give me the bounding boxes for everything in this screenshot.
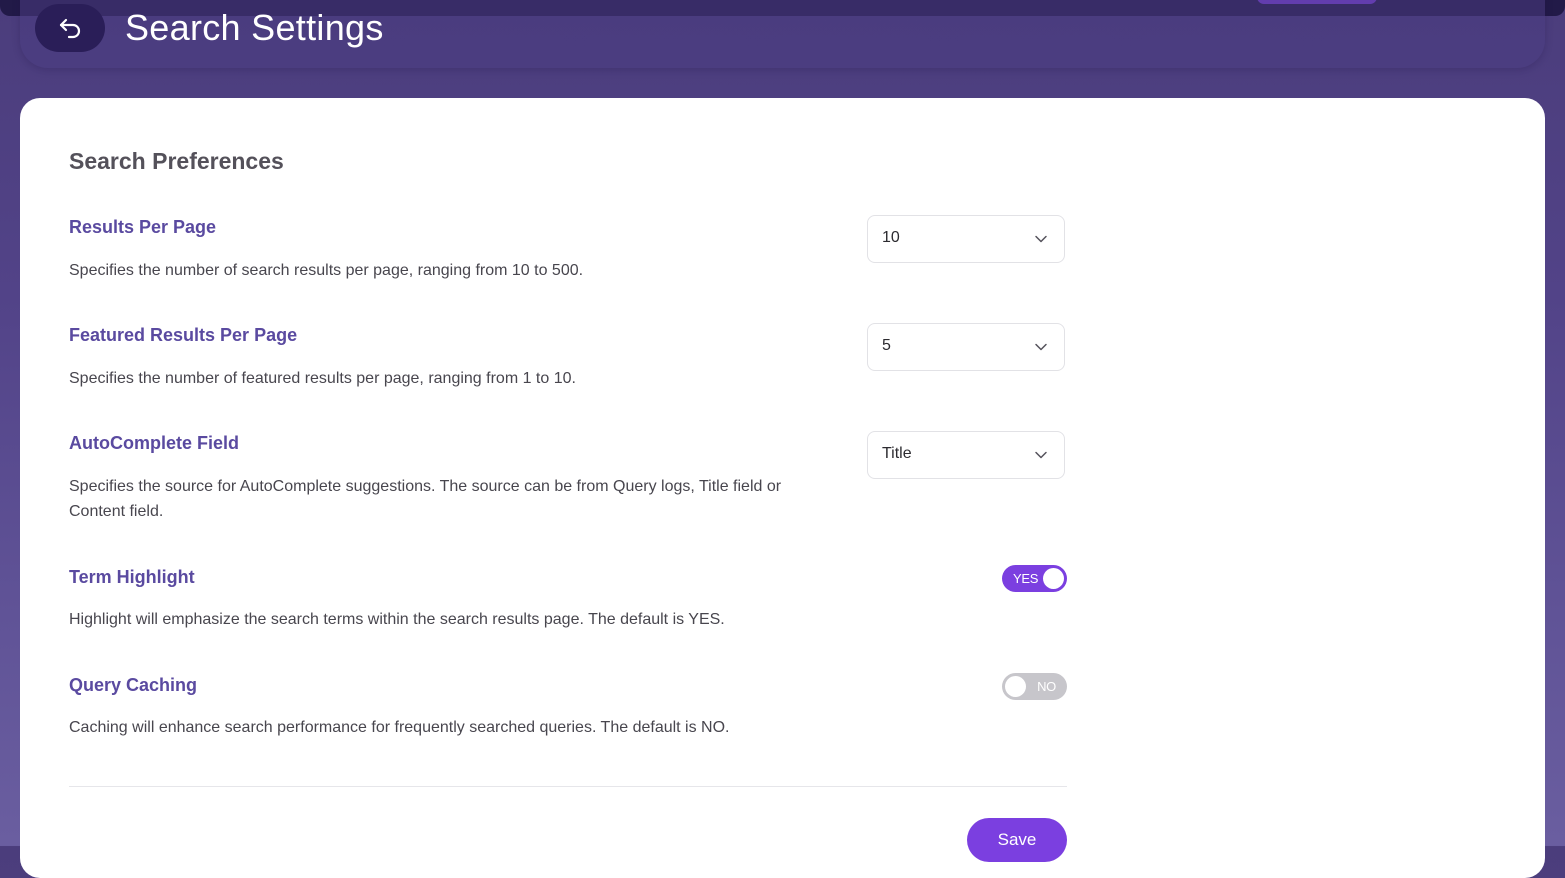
divider [69, 786, 1067, 787]
query-caching-label: Query Caching [69, 675, 198, 695]
term-highlight-label: Term Highlight [69, 567, 195, 587]
featured-results-per-page-value: 5 [882, 337, 891, 354]
results-per-page-description: Specifies the number of search results p… [69, 262, 584, 279]
autocomplete-field-label: AutoComplete Field [69, 433, 239, 453]
featured-results-per-page-select[interactable]: 5 [867, 323, 1065, 371]
undo-arrow-icon [59, 18, 81, 39]
query-caching-toggle[interactable]: NO [1002, 673, 1067, 700]
query-caching-toggle-state: NO [1037, 679, 1056, 694]
results-per-page-value: 10 [882, 229, 900, 246]
toggle-knob [1005, 676, 1026, 697]
featured-results-per-page-description: Specifies the number of featured results… [69, 370, 576, 387]
autocomplete-field-value: Title [882, 445, 912, 462]
settings-card: Search Preferences Results Per Page Spec… [20, 98, 1545, 878]
chevron-down-icon [1035, 235, 1047, 243]
featured-results-per-page-label: Featured Results Per Page [69, 325, 298, 345]
page-title: Search Settings [125, 7, 384, 48]
save-button[interactable]: Save [967, 818, 1067, 862]
section-title: Search Preferences [69, 148, 284, 174]
query-caching-description: Caching will enhance search performance … [69, 719, 730, 736]
autocomplete-field-select[interactable]: Title [867, 431, 1065, 479]
back-button[interactable] [35, 4, 105, 52]
term-highlight-toggle[interactable]: YES [1002, 565, 1067, 592]
results-per-page-select[interactable]: 10 [867, 215, 1065, 263]
chevron-down-icon [1035, 451, 1047, 459]
term-highlight-description: Highlight will emphasize the search term… [69, 611, 725, 628]
autocomplete-field-description: Specifies the source for AutoComplete su… [69, 478, 782, 520]
term-highlight-toggle-state: YES [1013, 571, 1039, 586]
toggle-knob [1043, 568, 1064, 589]
results-per-page-label: Results Per Page [69, 217, 217, 237]
chevron-down-icon [1035, 343, 1047, 351]
